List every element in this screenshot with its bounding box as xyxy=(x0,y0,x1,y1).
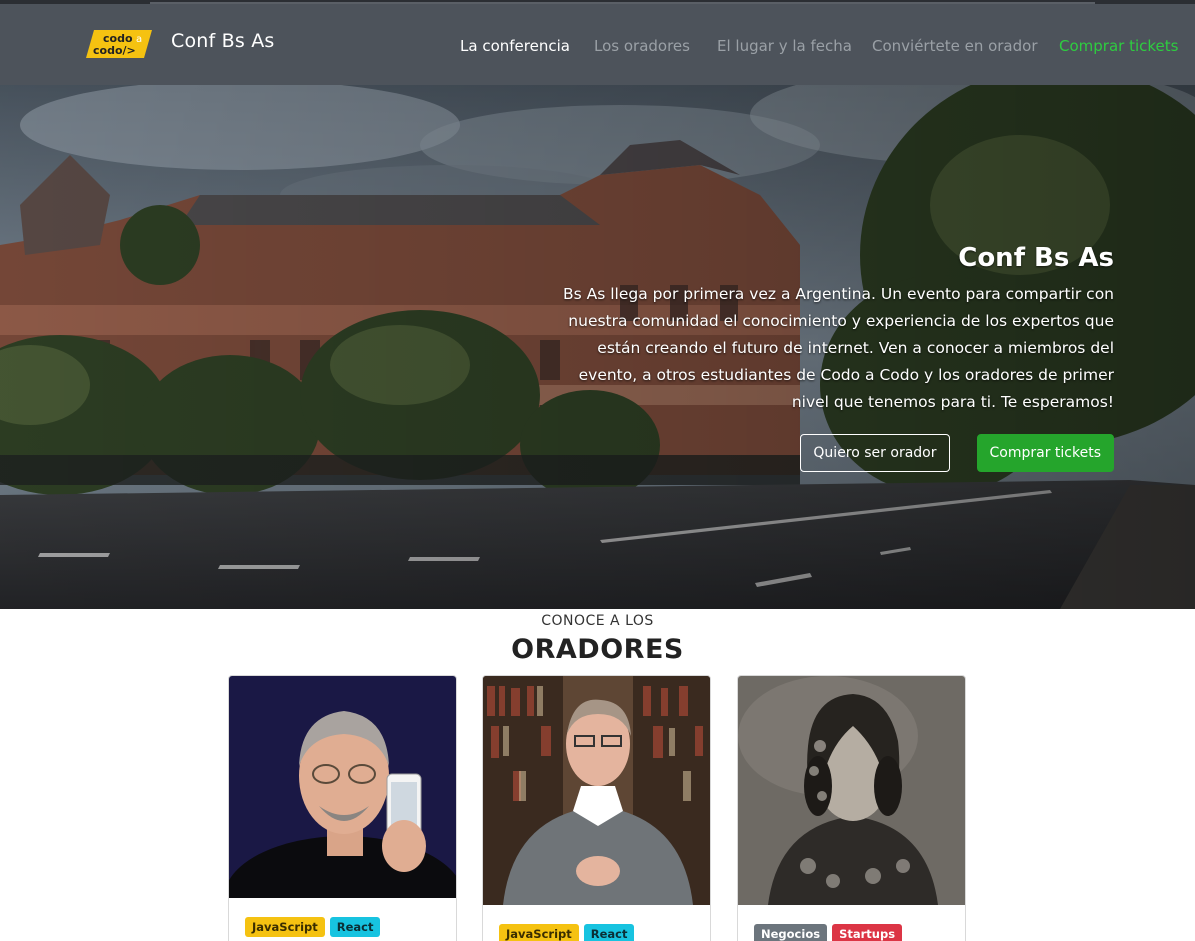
speakers-kicker: CONOCE A LOS xyxy=(541,613,654,629)
speaker-card[interactable]: Negocios Startups xyxy=(737,675,966,941)
speaker-card[interactable]: JavaScript React xyxy=(482,675,711,941)
comprar-tickets-button[interactable]: Comprar tickets xyxy=(976,434,1114,472)
badge-javascript: JavaScript xyxy=(499,924,579,941)
nav-link-conferencia[interactable]: La conferencia xyxy=(460,37,570,55)
hero-title: Conf Bs As xyxy=(958,243,1114,273)
speaker-badges: JavaScript React xyxy=(245,917,381,937)
speaker-photo xyxy=(738,676,965,905)
badge-negocios: Negocios xyxy=(754,924,828,941)
hero-description: Bs As llega por primera vez a Argentina.… xyxy=(563,285,1114,411)
speaker-badges: JavaScript React xyxy=(499,924,635,941)
speakers-title: ORADORES xyxy=(511,634,684,665)
badge-react: React xyxy=(583,924,635,941)
quiero-ser-orador-button[interactable]: Quiero ser orador xyxy=(800,434,950,472)
badge-startups: Startups xyxy=(832,924,903,941)
badge-javascript: JavaScript xyxy=(245,917,325,937)
speaker-card[interactable]: JavaScript React xyxy=(228,675,457,941)
nav-link-oradores[interactable]: Los oradores xyxy=(594,37,690,55)
nav-link-ser-orador[interactable]: Conviértete en orador xyxy=(872,37,1038,55)
nav-links: La conferencia Los oradores El lugar y l… xyxy=(0,4,1195,85)
hero-section: Conf Bs As Bs As llega por primera vez a… xyxy=(0,85,1195,609)
speaker-badges: Negocios Startups xyxy=(754,924,903,941)
hero-buttons: Quiero ser orador Comprar tickets xyxy=(800,434,1114,472)
speaker-photo xyxy=(229,676,456,898)
speaker-photo xyxy=(483,676,710,905)
badge-react: React xyxy=(329,917,381,937)
navbar: codo a codo/> Conf Bs As La conferencia … xyxy=(0,4,1195,85)
hero-content: Conf Bs As Bs As llega por primera vez a… xyxy=(554,243,1114,416)
nav-link-lugar-fecha[interactable]: El lugar y la fecha xyxy=(717,37,852,55)
nav-link-comprar-tickets[interactable]: Comprar tickets xyxy=(1059,37,1178,55)
